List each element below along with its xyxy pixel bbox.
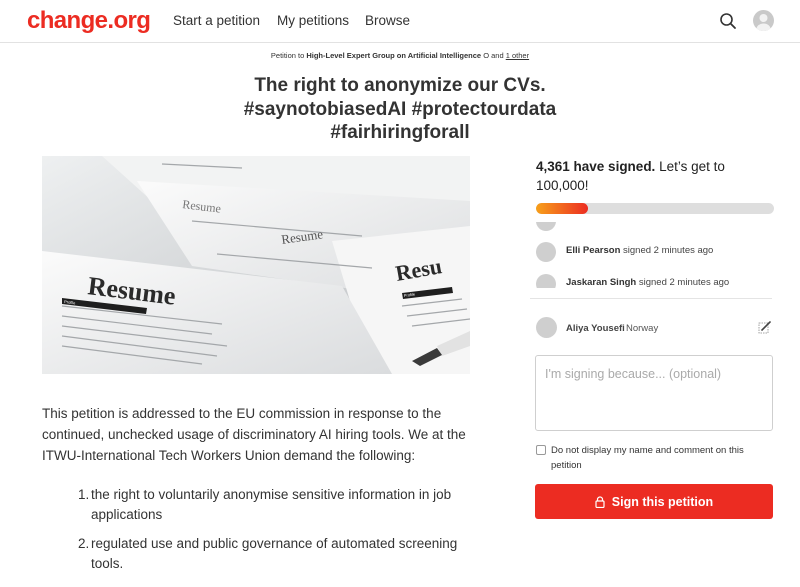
search-icon[interactable] (717, 10, 739, 32)
signed-count: 4,361 have signed. (536, 159, 656, 174)
divider (530, 298, 772, 299)
title-line: The right to anonymize our CVs. (254, 75, 546, 96)
title-line: #fairhiringforall (330, 122, 470, 143)
comment-textarea[interactable] (536, 356, 772, 430)
recipient-name[interactable]: High-Level Expert Group on Artificial In… (306, 51, 481, 60)
signature-count: 4,361 have signed. Let’s get to 100,000! (536, 157, 776, 195)
signature-progress-bar (536, 203, 774, 214)
petition-description: This petition is addressed to the EU com… (42, 406, 466, 463)
petition-hero-image: Resume Resume Resume Resu Profile Profil… (42, 156, 470, 374)
sign-petition-button[interactable]: Sign this petition (535, 484, 773, 519)
list-item: 1. the right to voluntarily anonymise se… (78, 485, 458, 525)
signer-entry: Jaskaran Singh signed 2 minutes ago (566, 277, 729, 288)
progress-fill (536, 203, 589, 214)
hide-name-checkbox[interactable] (536, 445, 546, 455)
list-item-text: regulated use and public governance of a… (91, 536, 458, 571)
avatar (536, 274, 556, 288)
signer-name: Elli Pearson (566, 245, 621, 256)
list-item: Jaskaran Singh signed 2 minutes ago (536, 273, 776, 288)
petition-title: The right to anonymize our CVs. #saynoto… (150, 74, 650, 145)
list-number: 1. (78, 487, 90, 502)
edit-icon[interactable] (758, 320, 772, 334)
petition-to-prefix: Petition to (270, 51, 305, 60)
signer-name: Jaskaran Singh (566, 277, 637, 288)
top-header: change.org Start a petition My petitions… (0, 0, 800, 43)
list-number: 2. (78, 536, 90, 551)
list-item-text: the right to voluntarily anonymise sensi… (91, 487, 452, 522)
user-name: Aliya Yousefi (566, 323, 625, 334)
user-country: Norway (626, 323, 659, 334)
nav-my-petitions[interactable]: My petitions (277, 13, 349, 28)
title-line: #saynotobiasedAI #protectourdata (243, 98, 557, 120)
demands-list: 1. the right to voluntarily anonymise se… (78, 485, 458, 583)
signer-action: signed 2 minutes ago (623, 245, 714, 256)
list-item: Elli Pearson signed 2 minutes ago (536, 241, 776, 263)
hide-name-label[interactable]: Do not display my name and comment on th… (551, 443, 771, 473)
lock-icon (595, 495, 605, 508)
recent-signers-feed[interactable]: Elli Pearson signed 2 minutes ago Jaskar… (536, 222, 776, 288)
current-user-row: Aliya Yousefi Norway (536, 317, 776, 339)
recipient-and: and (491, 51, 504, 60)
recipient-suffix: O (483, 51, 490, 60)
petition-recipients: Petition to High-Level Expert Group on A… (0, 51, 800, 60)
signer-action: signed 2 minutes ago (638, 277, 730, 288)
list-item (536, 222, 776, 232)
comment-field[interactable] (535, 355, 773, 431)
avatar (536, 222, 556, 231)
user-avatar-icon[interactable] (753, 10, 774, 31)
signer-entry: Elli Pearson signed 2 minutes ago (566, 245, 713, 256)
sign-button-label[interactable]: Sign this petition (612, 495, 713, 509)
list-item: 2. regulated use and public governance o… (78, 534, 458, 574)
nav-browse[interactable]: Browse (365, 13, 410, 28)
nav-start-petition[interactable]: Start a petition (173, 13, 260, 28)
avatar (536, 317, 557, 338)
avatar (536, 242, 556, 262)
other-recipients-link[interactable]: 1 other (506, 51, 529, 60)
change-org-logo[interactable]: change.org (27, 7, 151, 35)
